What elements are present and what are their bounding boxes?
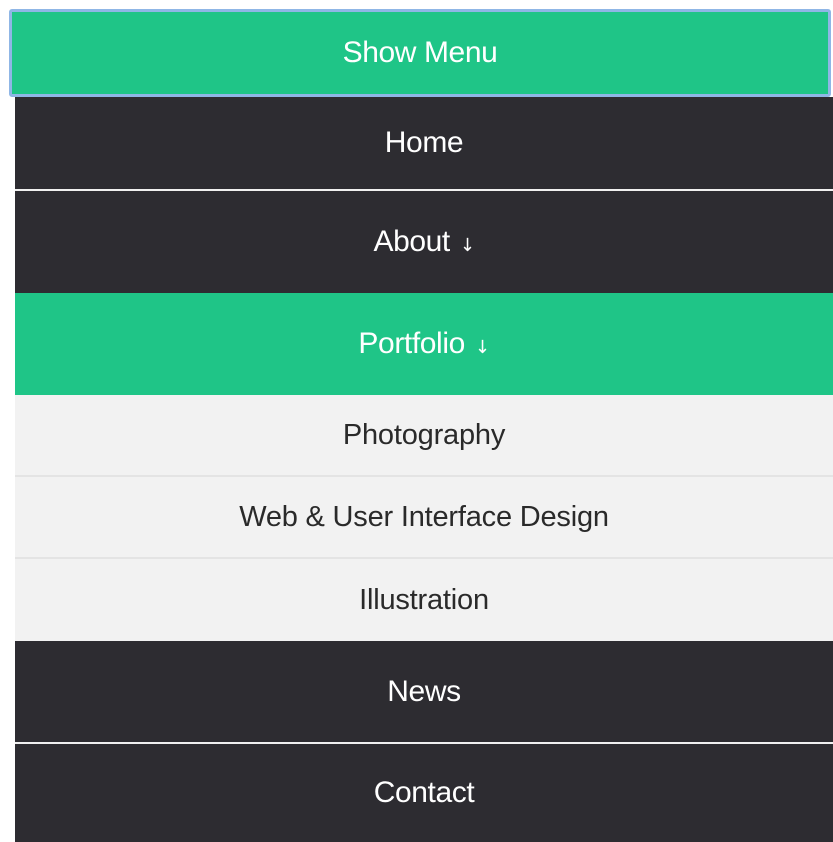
submenu-item-label: Illustration xyxy=(359,583,489,616)
submenu-item-web-ui-design[interactable]: Web & User Interface Design xyxy=(15,477,833,557)
down-arrow-icon: ↓ xyxy=(459,235,475,256)
nav-item-label: About xyxy=(373,225,450,258)
nav-item-contact[interactable]: Contact xyxy=(15,744,833,842)
nav-item-news[interactable]: News xyxy=(15,641,833,742)
show-menu-button[interactable]: Show Menu xyxy=(9,9,831,97)
mobile-nav-menu: Show Menu Home About ↓ Portfolio ↓ Photo… xyxy=(9,0,833,842)
down-arrow-icon: ↓ xyxy=(474,337,490,358)
nav-item-about[interactable]: About ↓ xyxy=(15,191,833,293)
nav-item-label: Home xyxy=(384,126,464,159)
submenu-item-label: Web & User Interface Design xyxy=(239,500,609,533)
nav-item-label: News xyxy=(387,674,461,708)
submenu-item-photography[interactable]: Photography xyxy=(15,395,833,475)
nav-item-portfolio[interactable]: Portfolio ↓ xyxy=(15,293,833,395)
nav-item-label: Portfolio xyxy=(358,327,465,360)
show-menu-label: Show Menu xyxy=(342,36,498,69)
nav-item-home[interactable]: Home xyxy=(15,97,833,189)
nav-item-label: Contact xyxy=(373,776,475,809)
submenu-item-label: Photography xyxy=(342,418,506,451)
submenu-item-illustration[interactable]: Illustration xyxy=(15,559,833,641)
